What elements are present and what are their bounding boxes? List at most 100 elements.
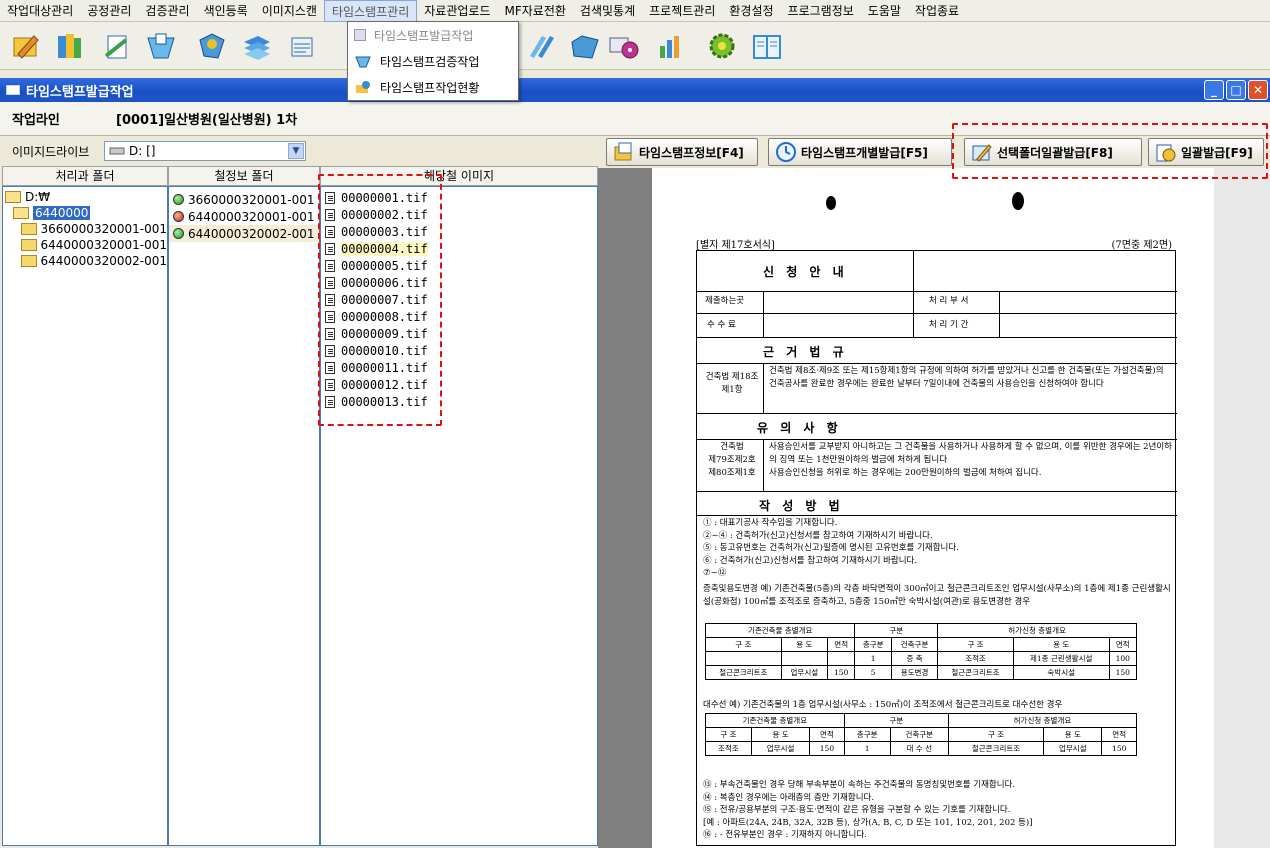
shield-check-icon[interactable] xyxy=(194,30,228,62)
menu-item[interactable]: 검증관리 xyxy=(138,0,196,22)
table-cell: 용도변경 xyxy=(890,665,939,680)
close-button[interactable]: ✕ xyxy=(1248,80,1268,100)
image-file-item[interactable]: 00000011.tif xyxy=(321,359,597,376)
image-file-label: 00000013.tif xyxy=(341,394,428,409)
folder-upload-icon[interactable] xyxy=(568,30,602,62)
tree-item[interactable]: 6440000320002-001 xyxy=(3,253,167,269)
menu-item[interactable]: 환경설정 xyxy=(722,0,780,22)
image-file-item[interactable]: 00000003.tif xyxy=(321,223,597,240)
volume-item[interactable]: 3660000320001-001 xyxy=(169,191,319,208)
gear-icon[interactable] xyxy=(704,30,738,62)
volume-column-header[interactable]: 철정보 폴더 xyxy=(168,166,320,186)
minimize-button[interactable]: _ xyxy=(1204,80,1224,100)
images-column-header[interactable]: 해당철 이미지 xyxy=(320,166,598,186)
menu-timestamp-verify[interactable]: 타임스탬프검증작업 xyxy=(348,48,518,74)
button-label: 일괄발급[F9] xyxy=(1181,145,1253,160)
menu-item[interactable]: 이미지스캔 xyxy=(255,0,324,22)
table-cell: 숙박시설 xyxy=(1012,665,1110,680)
volume-item[interactable]: 6440000320002-001 xyxy=(169,225,319,242)
viewer-margin xyxy=(1214,168,1270,848)
image-file-label: 00000004.tif xyxy=(341,241,428,256)
scan-icon[interactable] xyxy=(144,30,178,62)
folder-icon xyxy=(21,255,37,267)
table-cell: 대 수 선 xyxy=(889,741,949,756)
books-icon[interactable] xyxy=(52,30,86,62)
image-file-item[interactable]: 00000010.tif xyxy=(321,342,597,359)
blue-docs-icon[interactable] xyxy=(524,30,558,62)
timestamp-info-button[interactable]: 타임스탬프정보[F4] xyxy=(606,138,758,166)
image-viewer[interactable]: [별지 제17호서식] (7면중 제2면) 신 청 안 내 제출하는곳 처 리 … xyxy=(598,168,1270,848)
table-cell: 150 xyxy=(826,665,856,680)
image-file-item[interactable]: 00000012.tif xyxy=(321,376,597,393)
doc-line: ⑭ : 복층인 경우에는 아래층의 층만 기재합니다. xyxy=(703,792,875,803)
image-file-item[interactable]: 00000013.tif xyxy=(321,393,597,410)
form-frame: 신 청 안 내 제출하는곳 처 리 부 서 수 수 료 처 리 기 간 근 거 … xyxy=(696,250,1177,846)
image-file-item[interactable]: 00000001.tif xyxy=(321,189,597,206)
table-row: 구 조용 도 면적 층구분 건축구분 구 조용 도 면적 xyxy=(705,637,1138,652)
menu-item[interactable]: 프로그램정보 xyxy=(781,0,861,22)
image-file-item[interactable]: 00000004.tif xyxy=(321,240,597,257)
table-header-cell: 구분 xyxy=(854,623,939,638)
menu-timestamp-status[interactable]: 타임스탬프작업현황 xyxy=(348,74,518,100)
table-cell xyxy=(826,651,856,666)
image-file-item[interactable]: 00000005.tif xyxy=(321,257,597,274)
button-label: 선택폴더일괄발급[F8] xyxy=(997,145,1113,160)
image-file-item[interactable]: 00000007.tif xyxy=(321,291,597,308)
menu-item[interactable]: 도움말 xyxy=(861,0,908,22)
menu-item[interactable]: 공정관리 xyxy=(80,0,138,22)
list-edit-icon[interactable] xyxy=(286,30,320,62)
maximize-button[interactable]: □ xyxy=(1226,80,1246,100)
image-file-label: 00000008.tif xyxy=(341,309,428,324)
volume-item[interactable]: 6440000320001-001 xyxy=(169,208,319,225)
clock-doc-icon xyxy=(1156,144,1176,162)
window-title: 타임스탬프발급작업 xyxy=(26,84,134,100)
chevron-down-icon[interactable]: ▼ xyxy=(288,143,304,159)
image-file-item[interactable]: 00000008.tif xyxy=(321,308,597,325)
file-icon xyxy=(325,208,335,221)
menu-item[interactable]: 작업대상관리 xyxy=(0,0,80,22)
batch-issue-button[interactable]: 일괄발급[F9] xyxy=(1148,138,1264,166)
tree-item-label: 6440000 xyxy=(33,206,91,220)
section-title: 신 청 안 내 xyxy=(763,265,848,279)
note-text: 사용승인서를 교부받지 아니하고는 그 건축물을 사용하거나 사용하게 할 수 … xyxy=(769,442,1172,465)
image-file-item[interactable]: 00000006.tif xyxy=(321,274,597,291)
book-help-icon[interactable] xyxy=(750,30,784,62)
tree-item[interactable]: 3660000320001-001 xyxy=(3,221,167,237)
folder-chart-icon xyxy=(356,81,370,93)
menu-item[interactable]: 작업종료 xyxy=(908,0,966,22)
menu-item[interactable]: 검색및통계 xyxy=(573,0,642,22)
chart-search-icon[interactable] xyxy=(654,30,688,62)
file-icon xyxy=(325,378,335,391)
disc-convert-icon[interactable] xyxy=(606,30,640,62)
tree-item[interactable]: 6440000320001-001 xyxy=(3,237,167,253)
menu-timestamp-issue[interactable]: 타임스탬프발급작업 xyxy=(348,22,518,48)
drive-label: 이미지드라이브 xyxy=(12,144,90,159)
table-cell: 150 xyxy=(1101,741,1137,756)
image-file-item[interactable]: 00000002.tif xyxy=(321,206,597,223)
volume-list-panel: 3660000320001-001 6440000320001-001 644000… xyxy=(168,186,320,846)
footer-lines: ⑬ : 부속건축물인 경우 당해 부속부분이 속하는 주건축물의 동명칭및번호를… xyxy=(703,779,1173,842)
tree-item[interactable]: D:₩ xyxy=(3,189,167,205)
menu-item[interactable]: 자료관업로드 xyxy=(417,0,497,22)
selected-folder-batch-button[interactable]: 선택폴더일괄발급[F8] xyxy=(964,138,1142,166)
image-file-label: 00000002.tif xyxy=(341,207,428,222)
tree-item-label: 6440000320002-001 xyxy=(40,254,168,268)
document-edit-icon[interactable] xyxy=(100,30,134,62)
row-label: 제80조제1호 xyxy=(708,468,756,478)
pencil-folder-icon[interactable] xyxy=(8,30,42,62)
stack-icon[interactable] xyxy=(240,30,274,62)
tree-item[interactable]: 6440000 xyxy=(3,205,167,221)
image-file-item[interactable]: 00000009.tif xyxy=(321,325,597,342)
folder-column-header[interactable]: 처리과 폴더 xyxy=(2,166,168,186)
doc-line: ① : 대표기공사 작수임을 기재합니다. xyxy=(703,518,838,528)
tree-item-label: D:₩ xyxy=(25,190,51,204)
table-cell: 철근콘크리트조 xyxy=(705,665,782,680)
menu-item[interactable]: 타임스탬프관리 xyxy=(323,0,418,22)
menu-item[interactable]: 프로젝트관리 xyxy=(642,0,722,22)
scan-mark xyxy=(826,196,836,210)
menu-item[interactable]: 색인등록 xyxy=(197,0,255,22)
timestamp-individual-button[interactable]: 타임스탬프개별발급[F5] xyxy=(768,138,952,166)
menu-item[interactable]: MF자료전환 xyxy=(498,0,573,22)
drive-select[interactable]: D: [] ▼ xyxy=(104,141,306,161)
row-label: 건축법 제18조제1항 xyxy=(705,372,759,395)
